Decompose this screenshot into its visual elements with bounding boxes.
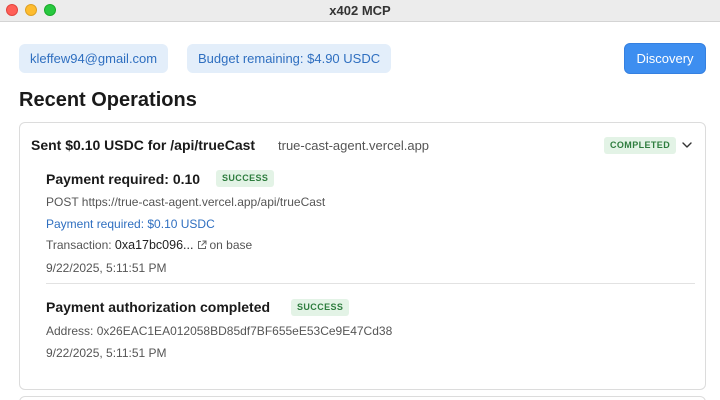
discovery-button[interactable]: Discovery bbox=[624, 43, 706, 74]
section-title: Recent Operations bbox=[19, 89, 197, 111]
operation-header[interactable]: Sent $0.10 USDC for /api/trueCast true-c… bbox=[20, 123, 705, 167]
transaction-hash-link[interactable]: 0xa17bc096... bbox=[115, 238, 194, 252]
operation-card: Sent $0.10 USDC for /api/trueCast true-c… bbox=[19, 122, 706, 390]
step-title: Payment authorization completed bbox=[46, 299, 271, 315]
step-timestamp: 9/22/2025, 5:11:51 PM bbox=[46, 261, 167, 275]
request-line: POST https://true-cast-agent.vercel.app/… bbox=[46, 195, 326, 209]
payment-required-link[interactable]: Payment required: $0.10 USDC bbox=[46, 217, 215, 231]
user-email-chip: kleffew94@gmail.com bbox=[19, 44, 169, 73]
status-badge: COMPLETED bbox=[604, 137, 677, 154]
budget-chip: Budget remaining: $4.90 USDC bbox=[187, 44, 392, 73]
transaction-label: Transaction: bbox=[46, 238, 115, 252]
operation-title: Sent $0.10 USDC for /api/trueCast bbox=[31, 137, 256, 153]
success-badge: SUCCESS bbox=[216, 170, 275, 187]
chevron-down-icon[interactable] bbox=[680, 138, 694, 152]
external-link-icon[interactable] bbox=[197, 240, 207, 250]
transaction-network: on base bbox=[209, 238, 253, 252]
step-title: Payment required: 0.10 bbox=[46, 171, 201, 187]
title-bar: x402 MCP bbox=[0, 0, 720, 22]
success-badge: SUCCESS bbox=[291, 299, 350, 316]
app-window: x402 MCP kleffew94@gmail.com Budget rema… bbox=[0, 0, 720, 400]
step-timestamp: 9/22/2025, 5:11:51 PM bbox=[46, 346, 167, 360]
operation-card-next[interactable] bbox=[19, 396, 706, 400]
window-title: x402 MCP bbox=[329, 3, 391, 18]
address-line: Address: 0x26EAC1EA012058BD85df7BF655eE5… bbox=[46, 324, 393, 338]
transaction-line: Transaction: 0xa17bc096... on base bbox=[46, 238, 252, 252]
operation-host: true-cast-agent.vercel.app bbox=[278, 138, 430, 153]
divider bbox=[46, 283, 695, 284]
